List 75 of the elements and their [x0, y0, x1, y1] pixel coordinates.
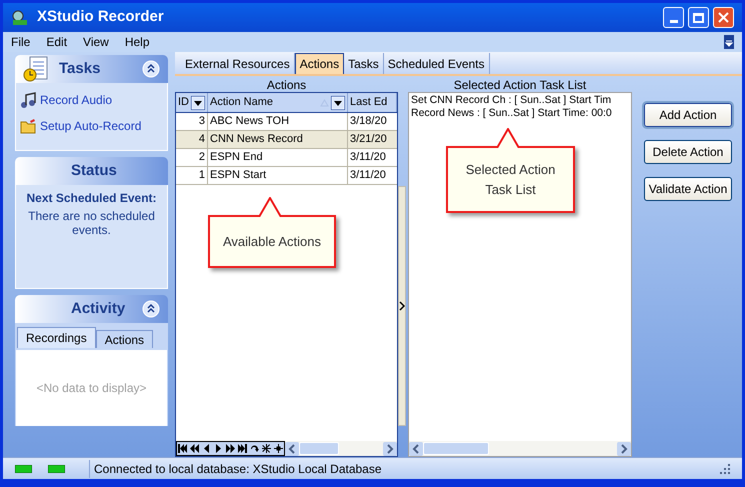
previous-page-icon[interactable]	[189, 442, 200, 455]
task-list-caption: Selected Action Task List	[452, 77, 588, 92]
menu-item[interactable]: File	[11, 33, 30, 51]
menu-item[interactable]: View	[83, 33, 109, 51]
status-text: Connected to local database: XStudio Local Database	[89, 460, 382, 478]
menu-item[interactable]: Help	[124, 33, 150, 51]
grid-row[interactable]: 4 CNN News Record 3/21/20	[176, 131, 397, 149]
table-cell-text: 3/18/20	[349, 114, 388, 130]
scroll-left-icon[interactable]	[285, 442, 299, 456]
grid-row[interactable]: 1 ESPN Start 3/11/20	[176, 167, 397, 185]
scroll-thumb[interactable]	[299, 442, 339, 455]
scroll-thumb[interactable]	[423, 442, 489, 455]
filter-dropdown-icon[interactable]	[331, 96, 345, 110]
filter-dropdown-icon[interactable]	[191, 96, 205, 110]
task-line[interactable]: Set CNN Record Ch : [ Sun..Sat ] Start Tim	[411, 94, 629, 107]
action-button[interactable]: Add Action	[644, 103, 732, 127]
table-cell: ESPN Start	[208, 167, 348, 184]
table-cell: ESPN End	[208, 149, 348, 166]
callout: Available Actions	[208, 215, 336, 268]
table-cell-text: 3/11/20	[349, 150, 387, 166]
grid-row[interactable]: 2 ESPN End 3/11/20	[176, 149, 397, 167]
column-header[interactable]: Action Name	[208, 93, 348, 112]
window-title: XStudio Recorder	[37, 7, 164, 28]
table-cell: ABC News TOH	[208, 113, 348, 130]
close-button[interactable]	[713, 7, 734, 28]
table-cell: CNN News Record	[208, 131, 348, 148]
actions-caption: Actions	[266, 77, 308, 92]
table-cell-text: 3/21/20	[349, 132, 388, 148]
panel-title: Status	[71, 160, 117, 181]
status-heading: Next Scheduled Event:	[26, 190, 157, 207]
menu-item[interactable]: Edit	[46, 33, 68, 51]
callout: Selected Action Task List	[446, 146, 575, 213]
next-record-icon[interactable]	[213, 442, 224, 455]
empty-message: <No data to display>	[36, 380, 147, 397]
panel-title: Activity	[71, 298, 126, 319]
previous-record-icon[interactable]	[201, 442, 212, 455]
task-link[interactable]: Record Audio	[40, 91, 112, 109]
task-link[interactable]: Setup Auto-Record	[40, 117, 142, 135]
column-header[interactable]: ID	[176, 93, 208, 112]
tab[interactable]: Tasks	[344, 53, 384, 74]
tab[interactable]: Scheduled Events	[384, 53, 490, 74]
last-record-icon[interactable]	[237, 442, 248, 455]
panel-title: Tasks	[59, 58, 100, 79]
action-button[interactable]: Delete Action	[644, 140, 732, 164]
minimize-button[interactable]	[663, 7, 684, 28]
activity-tab[interactable]: Actions	[96, 330, 154, 348]
collapse-icon[interactable]	[142, 60, 160, 78]
task-line[interactable]: Record News : [ Sun..Sat ] Start Time: 00:0	[411, 107, 629, 120]
tab[interactable]: Actions	[294, 53, 344, 74]
first-record-icon[interactable]	[177, 442, 188, 455]
app-icon	[11, 10, 29, 26]
maximize-button[interactable]	[688, 7, 709, 28]
column-header[interactable]: Last Ed	[348, 93, 397, 112]
table-cell: 2	[176, 149, 208, 166]
next-page-icon[interactable]	[225, 442, 236, 455]
table-cell: 3	[176, 113, 208, 130]
scroll-left-icon[interactable]	[409, 442, 423, 456]
collapse-icon[interactable]	[142, 300, 160, 318]
asterisk-icon[interactable]	[261, 442, 272, 455]
table-cell: 1	[176, 167, 208, 184]
activity-tab[interactable]: Recordings	[17, 327, 96, 348]
close-icon	[718, 12, 729, 23]
status-message: There are no scheduled events.	[27, 209, 156, 237]
connection-indicator-icon	[48, 464, 65, 472]
scroll-right-icon[interactable]	[383, 442, 397, 456]
action-button[interactable]: Validate Action	[644, 177, 732, 201]
connection-indicator-icon	[15, 464, 32, 472]
resize-grip-icon[interactable]	[720, 464, 730, 474]
folder-icon	[20, 118, 36, 134]
table-cell: 4	[176, 131, 208, 148]
grid-row[interactable]: 3 ABC News TOH 3/18/20	[176, 113, 397, 131]
scroll-right-icon[interactable]	[617, 442, 631, 456]
table-cell-text: 3/11/20	[349, 168, 387, 184]
music-note-icon	[20, 92, 36, 108]
overflow-icon[interactable]	[724, 35, 734, 49]
